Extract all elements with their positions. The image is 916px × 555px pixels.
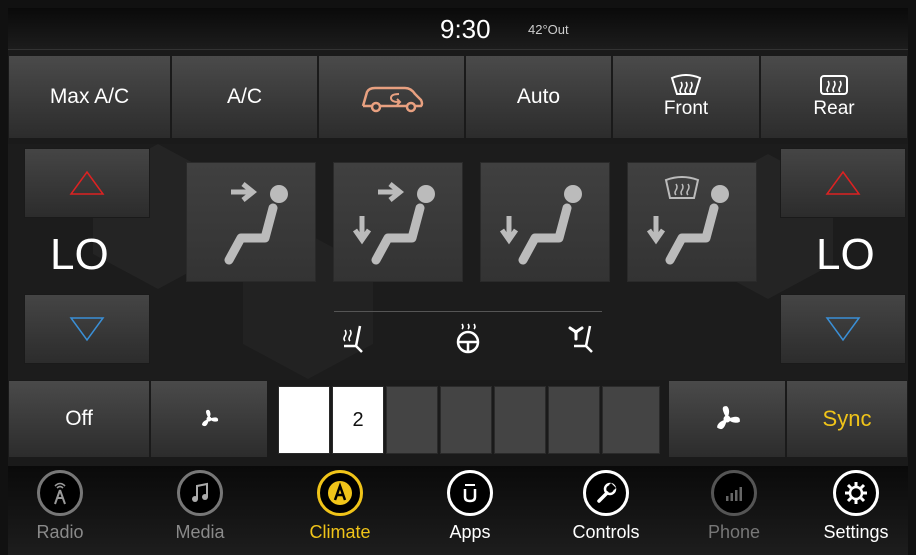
max-ac-label: Max A/C: [49, 85, 130, 108]
fan-level-segment[interactable]: [548, 386, 600, 454]
fan-increase-button[interactable]: [668, 380, 786, 458]
nav-media[interactable]: Media: [150, 470, 250, 550]
airflow-bilevel-icon: [352, 182, 435, 265]
fan-level-segment[interactable]: [494, 386, 546, 454]
fan-small-icon: [202, 409, 219, 427]
passenger-temp-up-button[interactable]: [780, 148, 906, 218]
mode-mix-button[interactable]: [627, 162, 757, 282]
ac-button[interactable]: A/C: [171, 55, 318, 139]
recirculation-button[interactable]: [318, 55, 465, 139]
max-ac-button[interactable]: Max A/C: [8, 55, 171, 139]
gear-icon: [833, 470, 879, 516]
nav-apps-label: Apps: [449, 522, 491, 542]
phone-signal-icon: [711, 470, 757, 516]
heated-steering-wheel-icon: [456, 323, 480, 354]
front-defrost-icon: [670, 74, 702, 95]
nav-controls[interactable]: Controls: [556, 470, 656, 550]
divider: [334, 311, 602, 312]
nav-controls-label: Controls: [572, 522, 640, 542]
front-defrost-button[interactable]: Front: [612, 55, 760, 139]
fan-off-button[interactable]: Off: [8, 380, 150, 458]
clock: 9:30: [440, 14, 491, 44]
front-defrost-label: Front: [663, 98, 709, 119]
mode-panel-button[interactable]: [186, 162, 316, 282]
radio-icon: [37, 470, 83, 516]
wrench-icon: [583, 470, 629, 516]
ventilated-seat-button[interactable]: [562, 318, 602, 358]
auto-button[interactable]: Auto: [465, 55, 612, 139]
airflow-floor-icon: [499, 185, 582, 265]
triangle-down-icon: [825, 317, 861, 342]
climate-icon: [317, 470, 363, 516]
nav-phone-label: Phone: [707, 522, 761, 542]
nav-climate-label: Climate: [309, 522, 371, 542]
auto-label: Auto: [516, 85, 561, 108]
fan-level-value: 2: [352, 408, 364, 431]
nav-settings-label: Settings: [823, 522, 889, 542]
heated-seat-button[interactable]: [334, 318, 374, 358]
ac-label: A/C: [226, 85, 262, 108]
mode-bilevel-button[interactable]: [333, 162, 463, 282]
fan-level-segment[interactable]: [278, 386, 330, 454]
fan-level-segment[interactable]: [386, 386, 438, 454]
rear-defrost-label: Rear: [813, 98, 855, 119]
driver-temp-value: LO: [50, 230, 109, 279]
fan-large-icon: [717, 406, 740, 430]
nav-climate[interactable]: Climate: [290, 470, 390, 550]
nav-settings[interactable]: Settings: [806, 470, 906, 550]
mode-floor-button[interactable]: [480, 162, 610, 282]
heated-seat-icon: [343, 325, 363, 353]
airflow-mix-icon: [646, 176, 729, 265]
passenger-temp-value: LO: [816, 230, 875, 279]
triangle-up-icon: [69, 170, 105, 195]
climate-screen: 9:30 42°Out Max A/C A/C Auto Front Rear …: [8, 8, 908, 555]
passenger-temp-down-button[interactable]: [780, 294, 906, 364]
music-note-icon: [177, 470, 223, 516]
outside-temperature: 42°Out: [528, 22, 569, 37]
nav-media-label: Media: [175, 522, 225, 542]
nav-apps[interactable]: Apps: [420, 470, 520, 550]
nav-radio[interactable]: Radio: [10, 470, 110, 550]
airflow-panel-icon: [224, 182, 288, 265]
rear-defrost-button[interactable]: Rear: [760, 55, 908, 139]
heated-wheel-button[interactable]: [448, 318, 488, 358]
apps-icon: [447, 470, 493, 516]
nav-radio-label: Radio: [36, 522, 84, 542]
triangle-up-icon: [825, 170, 861, 195]
fan-level-segment[interactable]: [602, 386, 660, 454]
car-recirculation-icon: [361, 86, 423, 113]
fan-level-segment[interactable]: 2: [332, 386, 384, 454]
sync-button[interactable]: Sync: [786, 380, 908, 458]
fan-off-label: Off: [65, 407, 93, 430]
sync-label: Sync: [822, 406, 872, 431]
ventilated-seat-icon: [568, 325, 593, 353]
driver-temp-up-button[interactable]: [24, 148, 150, 218]
fan-decrease-button[interactable]: [150, 380, 268, 458]
nav-phone[interactable]: Phone: [684, 470, 784, 550]
rear-defrost-icon: [820, 75, 848, 95]
fan-level-segment[interactable]: [440, 386, 492, 454]
driver-temp-down-button[interactable]: [24, 294, 150, 364]
triangle-down-icon: [69, 317, 105, 342]
